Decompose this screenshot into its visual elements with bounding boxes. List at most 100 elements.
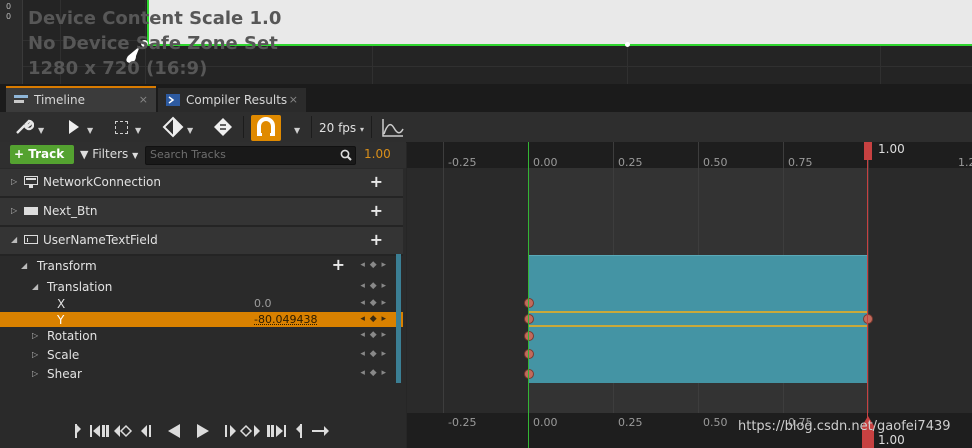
chevron-down-icon: ▾	[360, 125, 365, 134]
separator	[243, 116, 244, 138]
chevron-down-icon: ▼	[132, 151, 139, 160]
property-value[interactable]: 0.0	[254, 296, 272, 312]
fps-select[interactable]: 20 fps ▾	[319, 117, 364, 139]
tick-label: 0.00	[533, 416, 558, 429]
property-label: Shear	[47, 367, 82, 381]
key-controls[interactable]: ◂ ◆ ▸	[360, 349, 387, 359]
tab-label: Compiler Results	[186, 93, 288, 107]
add-icon[interactable]: +	[370, 203, 383, 219]
property-row-y[interactable]: Y -80.049438 ◂ ◆ ▸	[0, 312, 403, 327]
add-icon[interactable]: +	[370, 232, 383, 248]
search-icon[interactable]	[340, 149, 352, 161]
key-tag-icon[interactable]	[212, 116, 234, 138]
keyframe[interactable]	[524, 314, 534, 324]
tick-label-cut: 1.2	[958, 156, 972, 169]
chevron-down-icon[interactable]: ▼	[187, 120, 193, 142]
playback-controls	[75, 424, 329, 438]
ruler-label: 0	[6, 2, 12, 11]
expand-arrow-icon[interactable]: ▷	[32, 331, 38, 340]
keyframe-icon[interactable]	[162, 116, 184, 138]
collapse-arrow-icon[interactable]: ◢	[11, 235, 17, 244]
keyframe[interactable]	[524, 369, 534, 379]
tick-label: -0.25	[448, 416, 477, 429]
keyframe[interactable]	[524, 298, 534, 308]
selection-icon[interactable]	[115, 121, 128, 134]
fps-value: 20 fps	[319, 121, 357, 135]
add-icon[interactable]: +	[332, 257, 345, 273]
snap-toggle-button[interactable]	[251, 115, 281, 141]
property-label: Scale	[47, 348, 80, 362]
keyframe[interactable]	[524, 349, 534, 359]
playhead-time-label-bottom: 1.00	[878, 433, 905, 447]
key-controls[interactable]: ◂ ◆ ▸	[360, 281, 387, 291]
tab-compiler-results[interactable]: Compiler Results ×	[158, 88, 306, 112]
step-forward-icon	[225, 425, 236, 437]
separator	[371, 116, 372, 138]
content-scale-text: Device Content Scale 1.0	[28, 8, 282, 29]
track-row[interactable]: ▷ NetworkConnection +	[0, 169, 403, 198]
search-placeholder: Search Tracks	[150, 148, 226, 161]
expand-arrow-icon[interactable]: ▷	[32, 350, 38, 359]
property-row-transform[interactable]: ◢ Transform + ◂ ◆ ▸	[0, 257, 403, 275]
vertical-ruler: 0 0	[0, 0, 23, 84]
expand-arrow-icon[interactable]: ▷	[11, 177, 17, 186]
keyframe-section[interactable]	[528, 255, 867, 383]
property-row-translation[interactable]: ◢ Translation ◂ ◆ ▸	[0, 278, 403, 297]
add-track-button[interactable]: + Track ▼	[10, 145, 74, 179]
track-label: NetworkConnection	[43, 175, 162, 189]
collapse-arrow-icon[interactable]: ◢	[32, 282, 38, 291]
previous-key-icon	[114, 424, 133, 438]
tab-label: Timeline	[34, 93, 86, 107]
tick-line	[868, 142, 869, 413]
track-row[interactable]: ▷ Next_Btn +	[0, 198, 403, 227]
search-input[interactable]: Search Tracks	[145, 146, 356, 165]
property-label: X	[57, 297, 66, 311]
step-back-icon	[141, 425, 151, 437]
expand-arrow-icon[interactable]: ▷	[32, 369, 38, 378]
play-reverse-icon	[168, 424, 180, 438]
property-label: Y	[57, 313, 65, 327]
property-label: Translation	[47, 280, 113, 294]
property-label: Transform	[37, 259, 97, 273]
key-controls[interactable]: ◂ ◆ ▸	[360, 314, 387, 324]
add-icon[interactable]: +	[370, 174, 383, 190]
jump-to-end-icon	[267, 425, 286, 437]
play-icon[interactable]	[67, 119, 81, 135]
magnet-icon	[257, 117, 275, 136]
chevron-down-icon[interactable]: ▼	[87, 120, 93, 142]
property-row-x[interactable]: X 0.0 ◂ ◆ ▸	[0, 296, 403, 312]
curve-editor-icon[interactable]	[381, 117, 405, 139]
property-value[interactable]: -80.049438	[254, 312, 317, 328]
property-row-shear[interactable]: ▷ Shear ◂ ◆ ▸	[0, 365, 403, 384]
key-controls[interactable]: ◂ ◆ ▸	[360, 368, 387, 378]
filters-button[interactable]: ▼ Filters ▼	[80, 145, 138, 165]
track-scrollbar[interactable]	[396, 254, 401, 383]
filters-label: Filters	[92, 147, 129, 161]
keyframe[interactable]	[863, 314, 873, 324]
timeline-toolbar	[0, 112, 972, 143]
play-icon	[197, 424, 209, 438]
close-icon[interactable]: ×	[139, 88, 148, 112]
wrench-icon[interactable]	[14, 118, 34, 136]
key-controls[interactable]: ◂ ◆ ▸	[360, 260, 387, 270]
key-controls[interactable]: ◂ ◆ ▸	[360, 330, 387, 340]
playhead-handle[interactable]	[864, 142, 872, 160]
resize-handle[interactable]	[625, 42, 630, 47]
key-controls[interactable]: ◂ ◆ ▸	[360, 298, 387, 308]
keyframe[interactable]	[524, 331, 534, 341]
collapse-arrow-icon[interactable]: ◢	[21, 261, 27, 270]
button-widget-icon	[24, 207, 38, 215]
tick-label: 0.25	[618, 416, 643, 429]
expand-arrow-icon[interactable]: ▷	[11, 206, 17, 215]
ruler-label: 0	[6, 12, 12, 21]
tab-timeline[interactable]: Timeline ×	[6, 86, 156, 112]
chevron-down-icon[interactable]: ▼	[38, 120, 44, 142]
track-label: UserNameTextField	[43, 233, 158, 247]
separator	[311, 116, 312, 138]
chevron-down-icon[interactable]: ▼	[294, 120, 300, 142]
chevron-down-icon[interactable]: ▼	[135, 120, 141, 142]
close-icon[interactable]: ×	[289, 88, 298, 112]
property-row-rotation[interactable]: ▷ Rotation ◂ ◆ ▸	[0, 327, 403, 346]
track-row[interactable]: ◢ UserNameTextField +	[0, 227, 403, 256]
property-row-scale[interactable]: ▷ Scale ◂ ◆ ▸	[0, 346, 403, 365]
